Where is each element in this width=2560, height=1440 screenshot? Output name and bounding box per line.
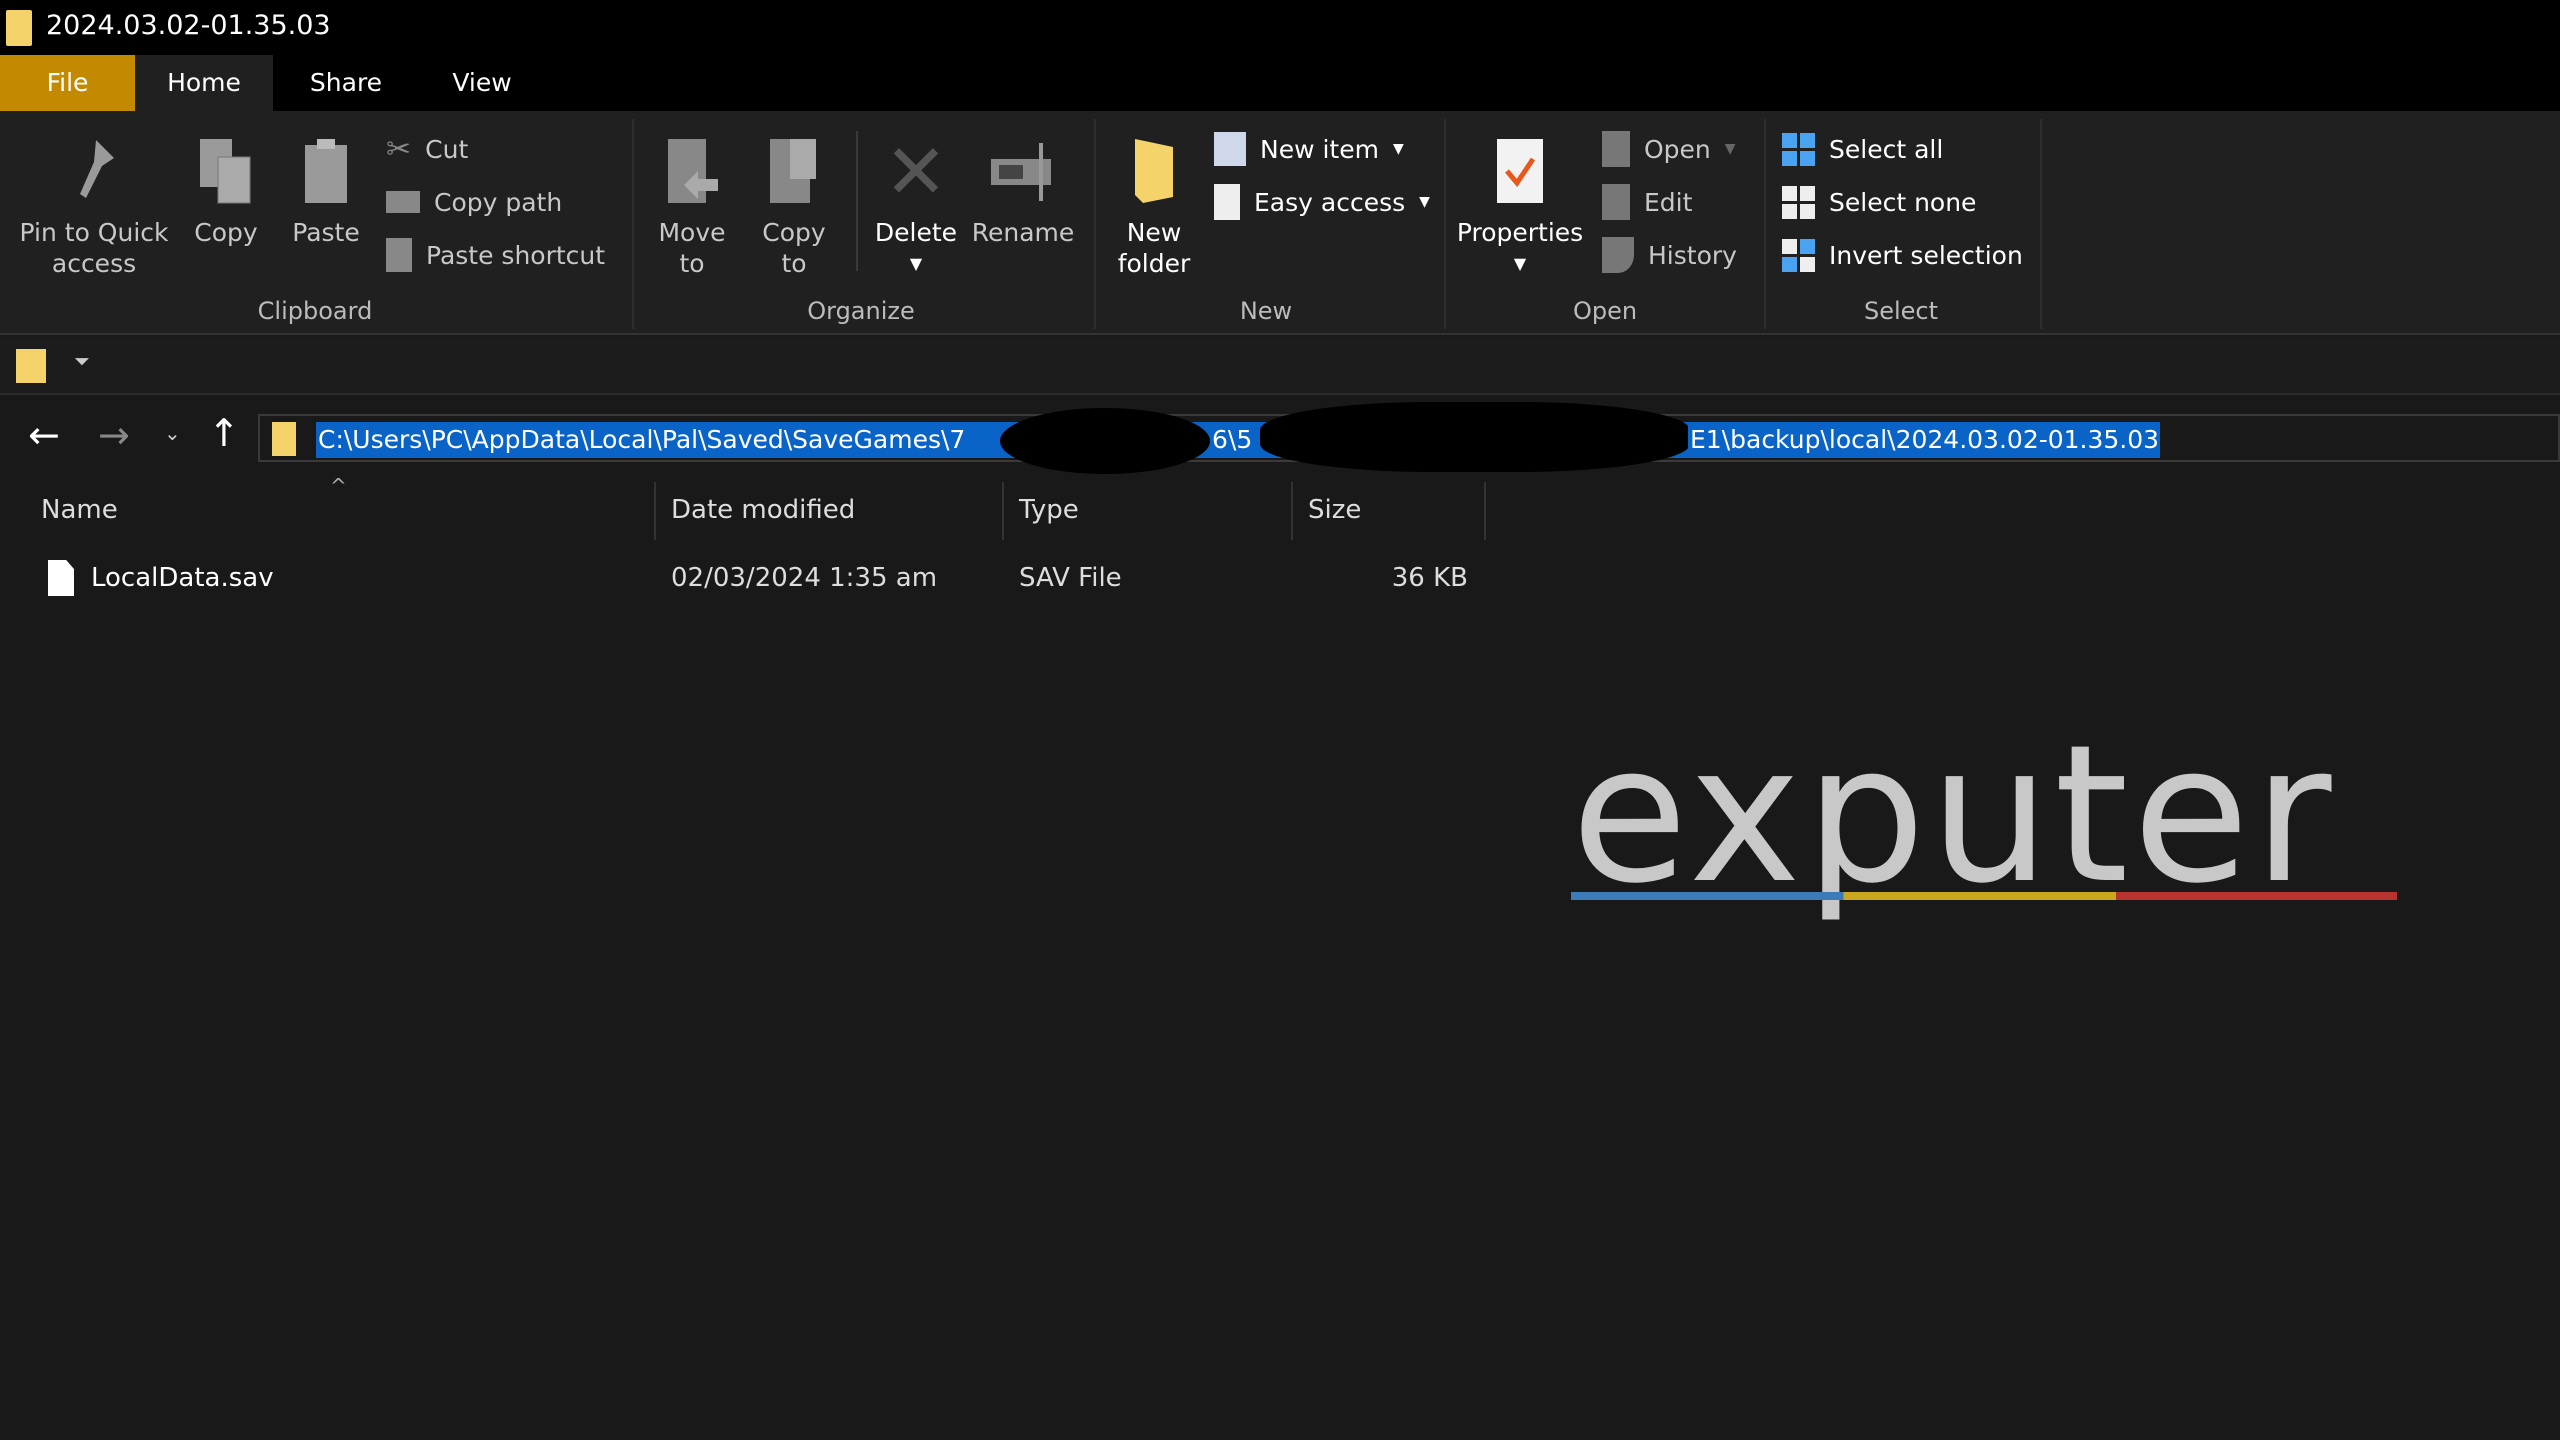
column-header-size[interactable]: Size [1308, 495, 1361, 525]
window-title: 2024.03.02-01.35.03 [46, 10, 331, 41]
folder-icon[interactable] [16, 349, 46, 383]
easy-access-button[interactable]: Easy access ▼ [1214, 180, 1430, 224]
dropdown-arrow-icon: ▼ [1724, 141, 1736, 157]
rename-button[interactable]: Rename [968, 131, 1078, 248]
open-button[interactable]: Open ▼ [1602, 127, 1736, 171]
dropdown-arrow-icon: ▼ [909, 254, 923, 273]
delete-button[interactable]: ✕ Delete ▼ [868, 131, 964, 279]
edit-button[interactable]: Edit [1602, 180, 1692, 224]
dropdown-arrow-icon: ▼ [1419, 194, 1430, 210]
pin-icon [10, 131, 178, 211]
copy-to-button[interactable]: Copy to [752, 131, 836, 279]
select-all-icon [1782, 132, 1815, 166]
quick-access-toolbar: ⏷ [0, 337, 2560, 395]
new-item-icon [1214, 132, 1246, 166]
divider [2040, 119, 2042, 329]
forward-arrow-icon[interactable]: → [98, 413, 130, 457]
address-bar[interactable]: C:\Users\PC\AppData\Local\Pal\Saved\Save… [258, 402, 2560, 474]
edit-icon [1602, 184, 1630, 220]
group-label-new: New [1239, 297, 1293, 325]
ribbon-tabs: File Home Share View [0, 55, 2560, 111]
paste-button[interactable]: Paste [286, 131, 366, 248]
customize-toolbar-icon[interactable]: ⏷ [74, 349, 90, 373]
logo-stripe [1571, 892, 2397, 900]
divider[interactable] [1291, 482, 1293, 540]
ribbon: Pin to Quick access Copy Paste ✂ Cut Copy … [0, 111, 2560, 335]
history-button[interactable]: History [1602, 233, 1737, 277]
group-label-organize: Organize [807, 297, 915, 325]
folder-icon [6, 10, 32, 46]
folder-icon [272, 422, 296, 456]
easy-access-icon [1214, 184, 1240, 220]
new-item-button[interactable]: New item ▼ [1214, 127, 1404, 171]
copy-path-icon [386, 191, 420, 213]
new-folder-icon [1106, 131, 1202, 211]
paste-shortcut-button[interactable]: Paste shortcut [386, 233, 605, 277]
open-icon [1602, 131, 1630, 167]
copy-to-icon [752, 131, 836, 211]
select-none-button[interactable]: Select none [1782, 180, 1976, 224]
copy-icon [186, 131, 266, 211]
up-arrow-icon[interactable]: ↑ [208, 411, 240, 455]
column-header-type[interactable]: Type [1019, 495, 1079, 525]
file-date: 02/03/2024 1:35 am [671, 563, 938, 593]
file-size: 36 KB [1391, 563, 1468, 593]
divider[interactable] [1002, 482, 1004, 540]
tab-view[interactable]: View [426, 55, 538, 111]
copy-button[interactable]: Copy [186, 131, 266, 248]
rename-icon [968, 131, 1078, 211]
history-icon [1602, 237, 1634, 273]
tab-share[interactable]: Share [290, 55, 402, 111]
dropdown-arrow-icon: ▼ [1392, 141, 1404, 157]
pin-to-quick-access-button[interactable]: Pin to Quick access [10, 131, 178, 279]
title-bar: 2024.03.02-01.35.03 [0, 0, 2560, 55]
sort-ascending-icon: ^ [330, 474, 347, 498]
delete-x-icon: ✕ [884, 126, 948, 216]
group-label-open: Open [1572, 297, 1638, 325]
properties-icon [1452, 131, 1588, 211]
recent-locations-chevron-icon[interactable]: ⌄ [164, 421, 181, 445]
paste-icon [286, 131, 366, 211]
address-path-part: E1\backup\local\2024.03.02-01.35.03 [1688, 422, 2160, 458]
tab-home[interactable]: Home [135, 55, 273, 111]
tab-file[interactable]: File [0, 55, 135, 111]
paste-shortcut-icon [386, 238, 412, 272]
back-arrow-icon[interactable]: ← [28, 413, 60, 457]
cut-button[interactable]: ✂ Cut [386, 127, 468, 171]
group-label-select: Select [1863, 297, 1939, 325]
divider[interactable] [1484, 482, 1486, 540]
file-type: SAV File [1019, 563, 1122, 593]
move-to-button[interactable]: Move to [650, 131, 734, 279]
column-header-date-modified[interactable]: Date modified [671, 495, 855, 525]
divider[interactable] [654, 482, 656, 540]
select-all-button[interactable]: Select all [1782, 127, 1943, 171]
file-icon [48, 560, 74, 596]
new-folder-button[interactable]: New folder [1106, 131, 1202, 279]
column-header-name[interactable]: Name [41, 495, 118, 525]
exputer-watermark-logo: exputer [1571, 720, 2401, 930]
invert-selection-button[interactable]: Invert selection [1782, 233, 2023, 277]
file-name: LocalData.sav [91, 563, 274, 593]
invert-selection-icon [1782, 238, 1815, 272]
select-none-icon [1782, 185, 1815, 219]
move-to-icon [650, 131, 734, 211]
dropdown-arrow-icon: ▼ [1513, 254, 1527, 273]
redaction [1000, 408, 1210, 474]
properties-button[interactable]: Properties ▼ [1452, 131, 1588, 279]
scissors-icon: ✂ [386, 131, 412, 167]
copy-path-button[interactable]: Copy path [386, 180, 562, 224]
divider [856, 131, 858, 271]
redaction [1260, 402, 1690, 472]
group-label-clipboard: Clipboard [257, 297, 373, 325]
